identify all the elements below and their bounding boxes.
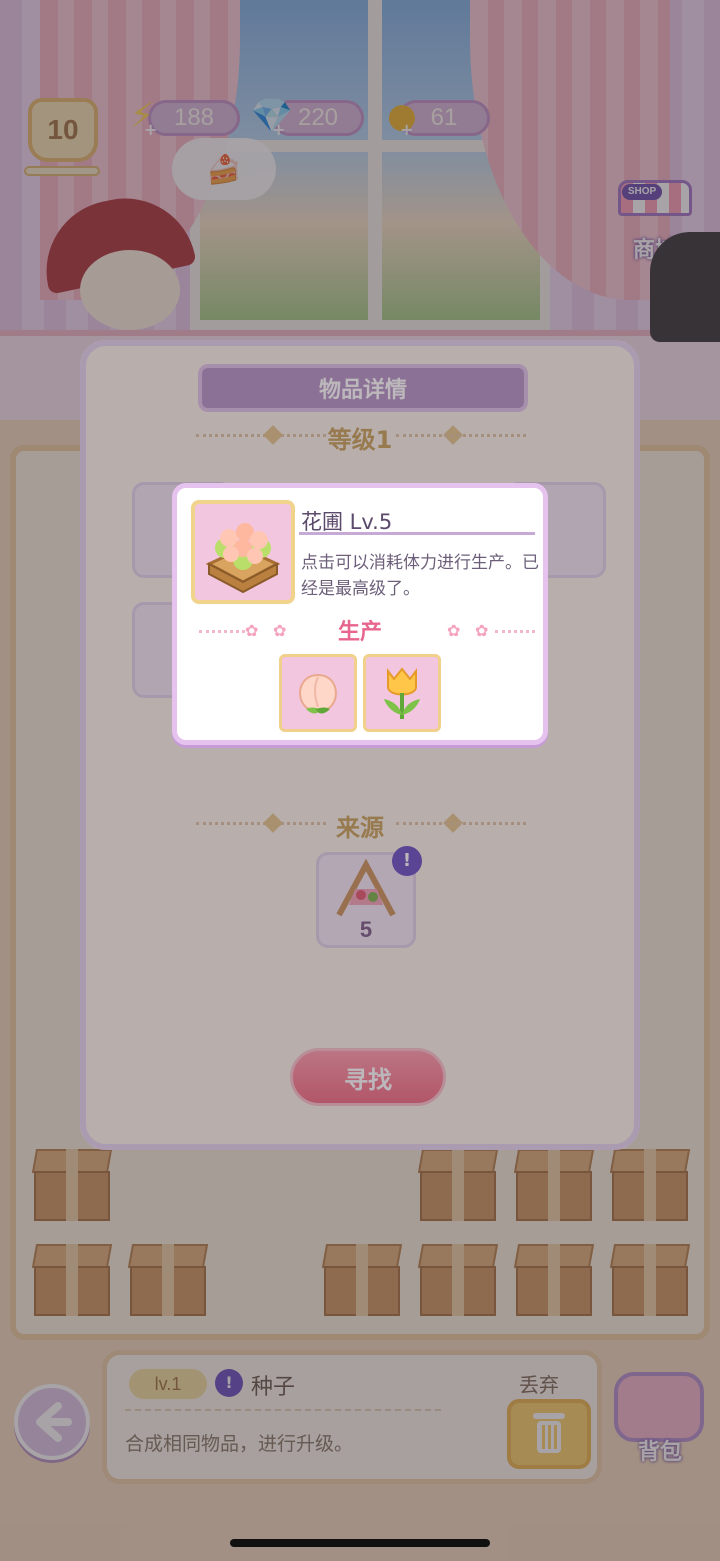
flower-bed-icon [191, 500, 295, 604]
product-slot[interactable] [363, 654, 441, 732]
panel-dim-layer [80, 340, 640, 1150]
flower-ornament-icon: ✿ [447, 621, 461, 640]
home-indicator[interactable] [230, 1539, 490, 1547]
tulip-icon [384, 667, 420, 719]
popup-item-description: 点击可以消耗体力进行生产。已经是最高级了。 [301, 553, 539, 599]
peach-icon [299, 673, 337, 714]
divider [495, 630, 535, 633]
flower-ornament-icon: ✿ [475, 621, 489, 640]
item-info-popup: 花圃 Lv.5 点击可以消耗体力进行生产。已经是最高级了。 ✿ ✿ 生产 ✿ ✿ [172, 483, 548, 745]
item-detail-panel: 物品详情 等级1 来源 5 ! 寻找 [80, 340, 640, 1150]
flower-bed-art [205, 523, 281, 594]
product-slot[interactable] [279, 654, 357, 732]
divider [299, 532, 535, 535]
